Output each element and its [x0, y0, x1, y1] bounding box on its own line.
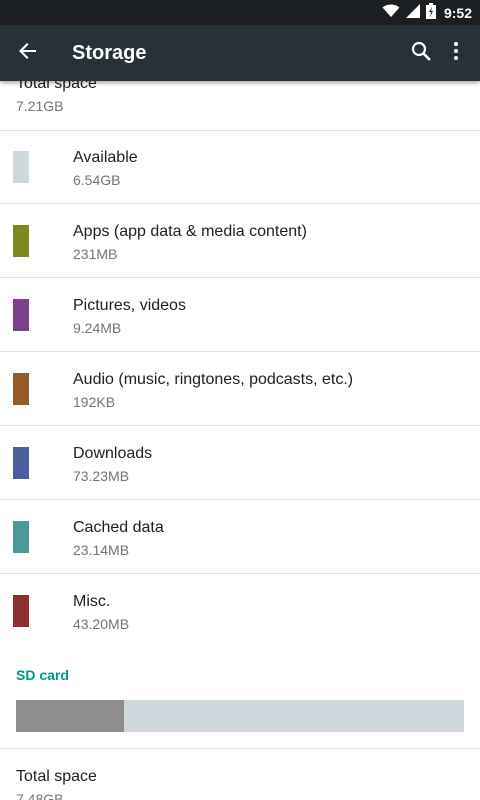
back-button[interactable]: [12, 37, 44, 69]
storage-item-available[interactable]: Available 6.54GB: [0, 130, 480, 204]
storage-item-audio[interactable]: Audio (music, ringtones, podcasts, etc.)…: [0, 352, 480, 426]
storage-item-misc[interactable]: Misc. 43.20MB: [0, 574, 480, 648]
item-label: Available: [73, 149, 138, 166]
item-value: 43.20MB: [73, 616, 130, 632]
search-button[interactable]: [405, 37, 437, 69]
battery-icon: [425, 2, 436, 24]
item-label: Downloads: [73, 445, 153, 462]
sd-total-space-value: 7.48GB: [16, 791, 64, 800]
arrow-back-icon: [19, 42, 37, 65]
storage-item-pictures-videos[interactable]: Pictures, videos 9.24MB: [0, 278, 480, 352]
page-title: Storage: [72, 42, 147, 64]
sd-card-header: SD card: [16, 667, 69, 683]
status-time: 9:52: [443, 5, 472, 21]
item-value: 9.24MB: [73, 320, 122, 336]
toolbar: Storage: [0, 25, 480, 81]
item-label: Misc.: [73, 593, 111, 610]
sd-card-usage-fill: [16, 700, 124, 732]
item-value: 23.14MB: [73, 542, 130, 558]
color-swatch: [13, 373, 29, 405]
signal-icon: [405, 3, 420, 23]
color-swatch: [13, 299, 29, 331]
color-swatch: [13, 225, 29, 257]
internal-total-space: Total space 7.21GB: [0, 81, 480, 131]
item-label: Cached data: [73, 519, 164, 536]
color-swatch: [13, 521, 29, 553]
item-label: Pictures, videos: [73, 297, 186, 314]
item-value: 6.54GB: [73, 172, 121, 188]
sd-card-total-space[interactable]: Total space 7.48GB: [0, 749, 480, 800]
color-swatch: [13, 447, 29, 479]
more-options-button[interactable]: [440, 37, 472, 69]
item-value: 192KB: [73, 394, 116, 410]
item-value: 231MB: [73, 246, 118, 262]
storage-item-apps[interactable]: Apps (app data & media content) 231MB: [0, 204, 480, 278]
search-icon: [411, 41, 431, 66]
total-space-label: Total space: [16, 81, 97, 92]
storage-item-cached-data[interactable]: Cached data 23.14MB: [0, 500, 480, 574]
storage-content[interactable]: Total space 7.21GB Available 6.54GB Apps…: [0, 81, 480, 800]
wifi-icon: [382, 4, 400, 23]
status-icons: 9:52: [382, 2, 472, 24]
more-vert-icon: [453, 41, 459, 66]
sd-total-space-label: Total space: [16, 768, 97, 785]
color-swatch: [13, 595, 29, 627]
sd-card-usage-bar: [16, 700, 464, 732]
total-space-value: 7.21GB: [16, 98, 64, 114]
storage-item-downloads[interactable]: Downloads 73.23MB: [0, 426, 480, 500]
item-label: Apps (app data & media content): [73, 223, 307, 240]
item-value: 73.23MB: [73, 468, 130, 484]
color-swatch: [13, 151, 29, 183]
item-label: Audio (music, ringtones, podcasts, etc.): [73, 371, 354, 388]
status-bar: 9:52: [0, 0, 480, 25]
